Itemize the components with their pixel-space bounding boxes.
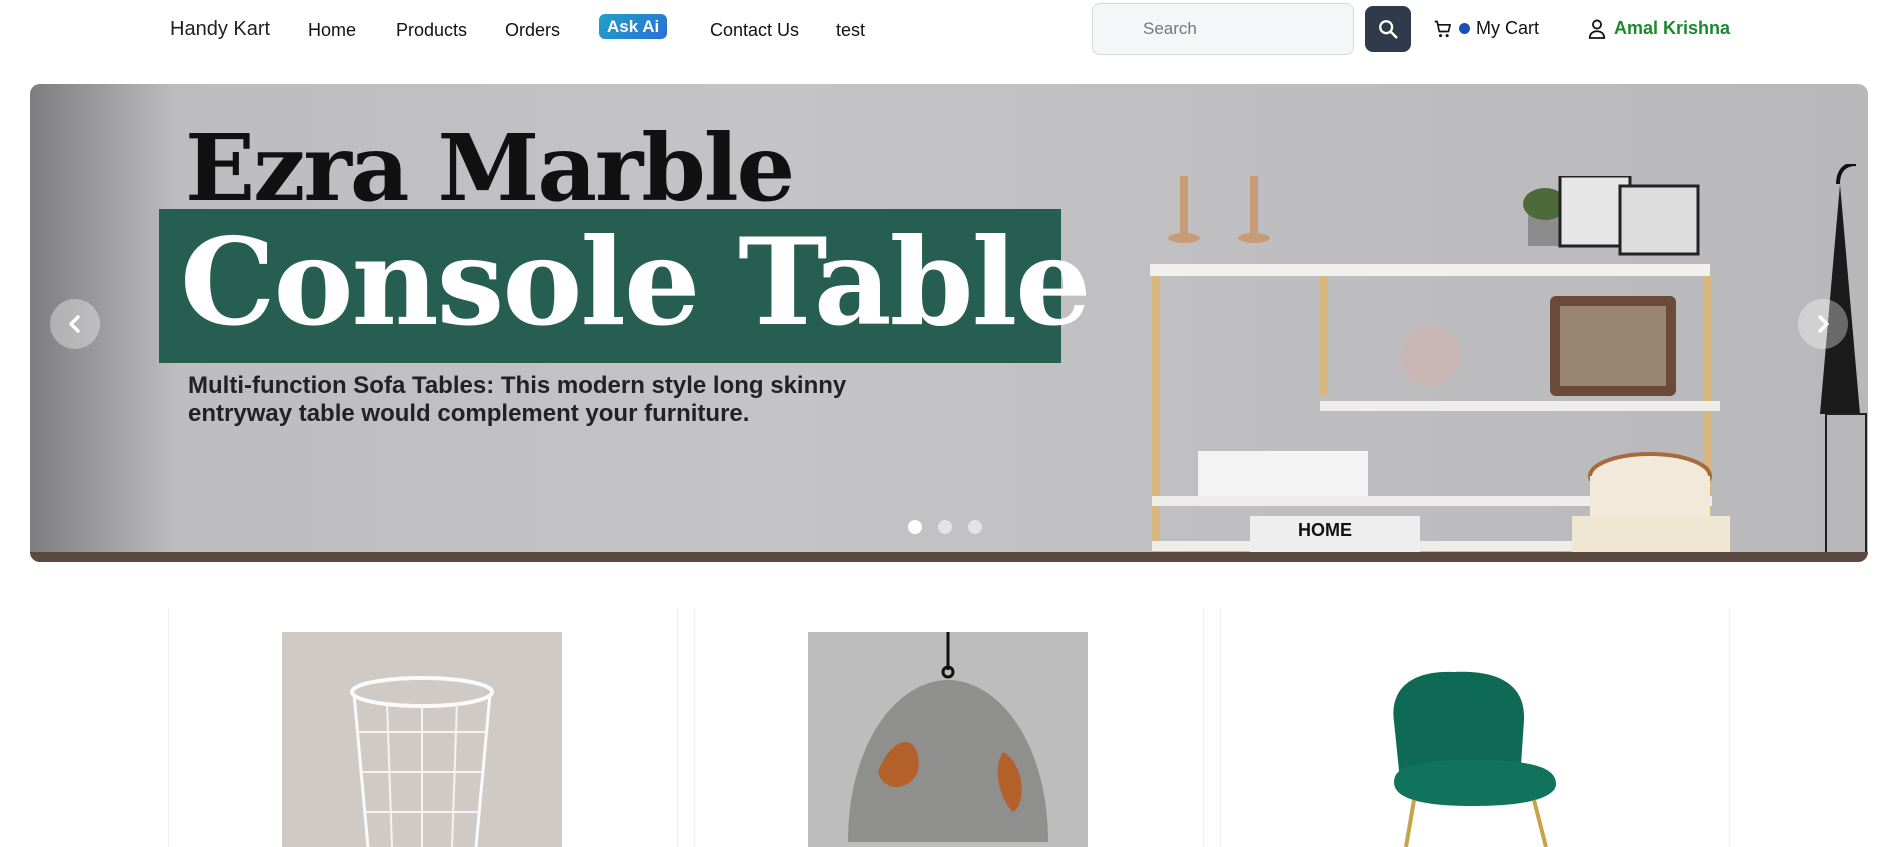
console-table-illustration: HOME xyxy=(1150,176,1730,556)
cart-link[interactable]: My Cart xyxy=(1433,18,1539,39)
carousel-indicator-1[interactable] xyxy=(908,520,922,534)
nav-orders[interactable]: Orders xyxy=(505,20,560,41)
crate-label: HOME xyxy=(1298,520,1352,540)
product-image-green-velvet-chair[interactable] xyxy=(1334,632,1614,847)
carousel-next-button[interactable] xyxy=(1798,299,1848,349)
search-button[interactable] xyxy=(1365,6,1411,52)
slide-title-line2: Console Table xyxy=(180,212,1092,353)
umbrella-illustration xyxy=(1820,164,1867,554)
nav-contact-us[interactable]: Contact Us xyxy=(710,20,799,41)
product-grid xyxy=(168,608,1730,847)
pendant-lamp-illustration xyxy=(848,632,1048,842)
nav-products[interactable]: Products xyxy=(396,20,467,41)
floor-strip xyxy=(30,552,1868,562)
cart-indicator-dot xyxy=(1459,23,1470,34)
product-card[interactable] xyxy=(1220,608,1730,847)
wire-basket-illustration xyxy=(350,676,494,847)
search-input[interactable] xyxy=(1092,3,1354,55)
product-card[interactable] xyxy=(694,608,1204,847)
top-navbar: Handy Kart Home Products Orders Ask Ai C… xyxy=(0,0,1896,60)
user-name: Amal Krishna xyxy=(1614,18,1731,38)
carousel-indicators xyxy=(908,520,982,534)
product-card[interactable] xyxy=(168,608,678,847)
product-image-wire-basket[interactable] xyxy=(282,632,562,847)
green-velvet-chair-illustration xyxy=(1393,671,1556,847)
carousel-indicator-2[interactable] xyxy=(938,520,952,534)
search-icon xyxy=(1379,20,1398,39)
cart-label: My Cart xyxy=(1476,18,1539,38)
nav-home[interactable]: Home xyxy=(308,20,356,41)
ask-ai-button[interactable]: Ask Ai xyxy=(599,14,668,39)
product-image-pendant-lamp[interactable] xyxy=(808,632,1088,847)
chevron-left-icon xyxy=(69,315,80,333)
carousel-indicator-3[interactable] xyxy=(968,520,982,534)
brand-logo[interactable]: Handy Kart xyxy=(170,18,270,41)
chevron-right-icon xyxy=(1818,315,1829,333)
cart-icon xyxy=(1434,20,1451,37)
nav-test[interactable]: test xyxy=(836,20,865,41)
user-icon xyxy=(1588,19,1606,39)
hero-carousel: HOME Ezra Marble Console Table Multi-fun… xyxy=(30,84,1868,562)
carousel-prev-button[interactable] xyxy=(50,299,100,349)
slide-title-line1: Ezra Marble xyxy=(185,114,795,222)
user-menu[interactable]: Amal Krishna xyxy=(1588,18,1730,39)
slide-description: Multi-function Sofa Tables: This modern … xyxy=(188,372,847,427)
